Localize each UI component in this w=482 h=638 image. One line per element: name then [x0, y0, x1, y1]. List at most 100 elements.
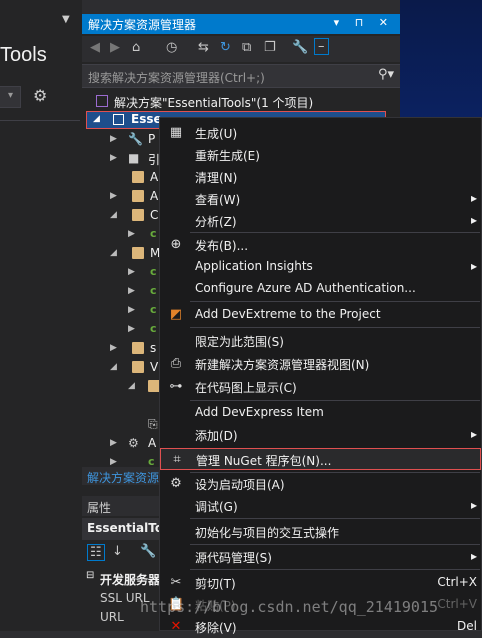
- menu-item-analyze[interactable]: 分析(Z) ▸: [160, 210, 481, 232]
- globe-icon: ⊕: [170, 237, 182, 252]
- tree-item-label: s: [150, 341, 157, 355]
- menu-separator: [190, 569, 480, 570]
- menu-separator: [190, 400, 480, 401]
- menu-item-interactive-init[interactable]: 初始化与项目的交互式操作: [160, 521, 481, 543]
- tree-item-solution[interactable]: 解决方案"EssentialTools"(1 个项目): [82, 92, 400, 112]
- collapse-icon[interactable]: ⊟: [86, 570, 94, 581]
- expand-arrow-icon[interactable]: ▶: [128, 286, 135, 296]
- menu-item-build[interactable]: ▦ 生成(U): [160, 122, 481, 144]
- menu-item-label: 剪切(T): [195, 577, 236, 591]
- expand-arrow-icon[interactable]: ▶: [128, 305, 135, 315]
- new-view-icon: ⎙: [170, 356, 182, 371]
- menu-item-debug[interactable]: 调试(G) ▸: [160, 495, 481, 517]
- menu-item-add-devextreme[interactable]: ◩ Add DevExtreme to the Project: [160, 304, 481, 326]
- menu-item-source-control[interactable]: 源代码管理(S) ▸: [160, 546, 481, 568]
- submenu-arrow-icon: ▸: [470, 191, 477, 205]
- collapse-arrow-icon[interactable]: ◢: [110, 362, 117, 372]
- context-menu: ▦ 生成(U) 重新生成(E) 清理(N) 查看(W) ▸ 分析(Z) ▸ ⊕ 发布(B…: [159, 117, 482, 635]
- expand-arrow-icon[interactable]: ▶: [110, 457, 117, 467]
- menu-item-remove[interactable]: ✕ 移除(V) Del: [160, 616, 481, 638]
- left-dropdown[interactable]: ▾: [0, 86, 21, 108]
- object-name: EssentialTo: [87, 521, 164, 535]
- menu-item-label: 清理(N): [195, 171, 238, 185]
- back-icon[interactable]: ◀: [90, 40, 100, 55]
- collapse-arrow-icon[interactable]: ◢: [110, 210, 117, 220]
- refresh-icon[interactable]: ↻: [220, 40, 231, 55]
- submenu-arrow-icon: ▸: [470, 213, 477, 227]
- solution-explorer-toolbar: ◀ ▶ ⌂ ◷ ⇆ ↻ ⧉ ❐ 🔧 –: [82, 36, 400, 62]
- file-icon: ⎘: [148, 417, 158, 431]
- menu-item-label: 重新生成(E): [195, 149, 260, 163]
- menu-item-cut[interactable]: ✂ 剪切(T) Ctrl+X: [160, 572, 481, 594]
- expand-arrow-icon[interactable]: ▶: [110, 191, 117, 201]
- menu-item-rebuild[interactable]: 重新生成(E): [160, 144, 481, 166]
- home-icon[interactable]: ⌂: [132, 40, 140, 55]
- menu-item-add[interactable]: 添加(D) ▸: [160, 424, 481, 446]
- properties-icon[interactable]: 🔧: [292, 40, 308, 55]
- search-input[interactable]: 搜索解决方案资源管理器(Ctrl+;): [88, 69, 265, 86]
- menu-item-label: 分析(Z): [195, 215, 237, 229]
- gear-icon: ⚙: [170, 476, 182, 491]
- folder-icon: [132, 342, 144, 354]
- collapse-all-icon[interactable]: ⧉: [242, 40, 251, 55]
- menu-item-scope-to-this[interactable]: 限定为此范围(S): [160, 330, 481, 352]
- menu-item-clean[interactable]: 清理(N): [160, 166, 481, 188]
- menu-item-publish[interactable]: ⊕ 发布(B)...: [160, 234, 481, 256]
- menu-item-set-startup[interactable]: ⚙ 设为启动项目(A): [160, 473, 481, 495]
- menu-separator: [190, 518, 480, 519]
- collapse-arrow-icon[interactable]: ◢: [128, 381, 135, 391]
- tree-item-label: A: [150, 189, 159, 203]
- menu-item-configure-azure-ad[interactable]: Configure Azure AD Authentication...: [160, 278, 481, 300]
- menu-item-label: 管理 NuGet 程序包(N)...: [196, 454, 332, 468]
- menu-item-application-insights[interactable]: Application Insights ▸: [160, 256, 481, 278]
- search-box[interactable]: 搜索解决方案资源管理器(Ctrl+;) ⚲▾: [82, 64, 400, 88]
- menu-separator: [190, 544, 480, 545]
- categorized-icon[interactable]: ☷: [87, 544, 105, 561]
- menu-item-label: 限定为此范围(S): [195, 335, 284, 349]
- show-all-files-icon[interactable]: ❐: [264, 40, 276, 55]
- expand-arrow-icon[interactable]: ◢: [93, 114, 100, 124]
- menu-item-label: 初始化与项目的交互式操作: [195, 526, 340, 540]
- expand-arrow-icon[interactable]: ▶: [110, 153, 117, 163]
- folder-open-icon: [132, 247, 144, 259]
- menu-item-manage-nuget[interactable]: ⌗ 管理 NuGet 程序包(N)...: [160, 448, 481, 470]
- nuget-icon: ⌗: [173, 452, 181, 467]
- expand-arrow-icon[interactable]: ▶: [128, 229, 135, 239]
- menu-item-label: 新建解决方案资源管理器视图(N): [195, 358, 370, 372]
- sync-icon[interactable]: ⇆: [198, 40, 209, 55]
- build-icon: ▦: [169, 125, 183, 140]
- forward-icon[interactable]: ▶: [110, 40, 120, 55]
- menu-item-view[interactable]: 查看(W) ▸: [160, 188, 481, 210]
- folder-icon: [132, 171, 144, 183]
- expand-arrow-icon[interactable]: ▶: [128, 324, 135, 334]
- gear-icon[interactable]: ⚙: [33, 86, 47, 105]
- history-icon[interactable]: ◷: [166, 40, 177, 55]
- expand-arrow-icon[interactable]: ▶: [110, 343, 117, 353]
- alphabetical-icon[interactable]: ↓: [112, 544, 123, 559]
- menu-item-label: Configure Azure AD Authentication...: [195, 281, 416, 295]
- wrench-icon: 🔧: [128, 132, 143, 146]
- menu-item-label: 设为启动项目(A): [195, 478, 285, 492]
- panel-title: 解决方案资源管理器: [88, 18, 197, 32]
- expand-arrow-icon[interactable]: ▶: [110, 134, 117, 144]
- menu-item-label: 调试(G): [195, 500, 238, 514]
- window-controls[interactable]: ▾ ⊓ ✕: [334, 16, 394, 29]
- menu-item-show-on-code-map[interactable]: ⊶ 在代码图上显示(C): [160, 376, 481, 398]
- expand-arrow-icon[interactable]: ▶: [110, 438, 117, 448]
- search-icon[interactable]: ⚲▾: [378, 67, 394, 82]
- left-panel-title: Tools: [0, 44, 47, 66]
- tree-item-label: C: [150, 208, 159, 222]
- menu-item-new-explorer-view[interactable]: ⎙ 新建解决方案资源管理器视图(N): [160, 353, 481, 375]
- collapse-arrow-icon[interactable]: ◢: [110, 248, 117, 258]
- tree-item-label: A: [150, 170, 159, 184]
- menu-separator: [190, 301, 480, 302]
- menu-item-label: 发布(B)...: [195, 239, 249, 253]
- property-pages-icon[interactable]: 🔧: [140, 544, 156, 559]
- tree-item-label: A: [148, 436, 157, 450]
- references-icon: ■: [128, 151, 140, 165]
- dropdown-arrow-icon[interactable]: ▼: [62, 14, 70, 25]
- preview-icon[interactable]: –: [314, 38, 329, 55]
- menu-item-add-devexpress-item[interactable]: Add DevExpress Item: [160, 402, 481, 424]
- expand-arrow-icon[interactable]: ▶: [128, 267, 135, 277]
- devextreme-icon: ◩: [169, 307, 183, 322]
